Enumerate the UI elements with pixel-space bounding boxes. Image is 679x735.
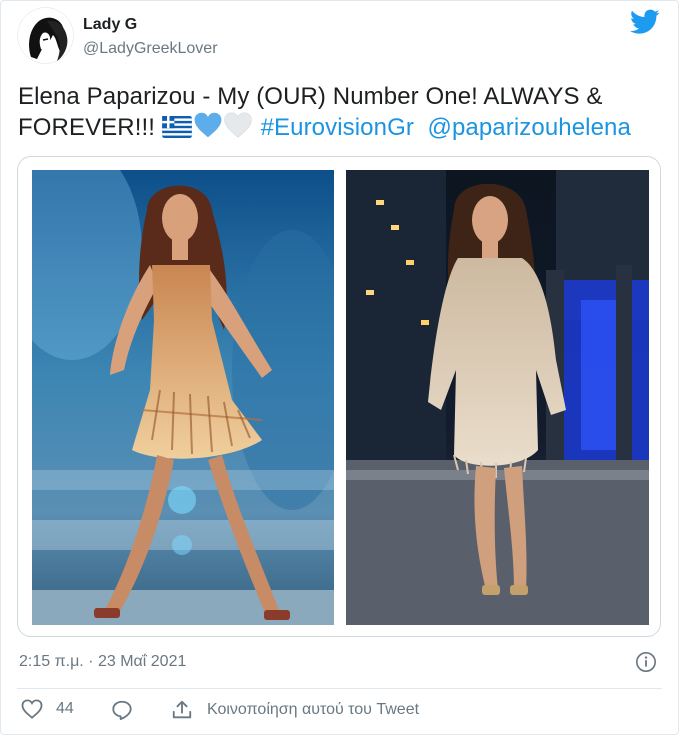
twitter-bird-icon[interactable] [630, 9, 660, 35]
avatar[interactable] [17, 7, 74, 64]
share-upload-icon [172, 700, 192, 719]
tweet-text: Elena Paparizou - My (OUR) Number One! A… [18, 81, 658, 146]
share-label: Κοινοποίηση αυτού του Tweet [207, 701, 420, 718]
white-heart-icon [224, 112, 252, 146]
like-count: 44 [56, 700, 74, 717]
hashtag-link[interactable]: #EurovisionGr [261, 114, 414, 141]
reply-button[interactable] [111, 699, 133, 721]
divider [17, 688, 662, 689]
blue-heart-icon [194, 112, 222, 146]
heart-icon [21, 699, 43, 719]
woman-silhouette-avatar-icon [17, 7, 74, 64]
media-card [17, 156, 661, 637]
author-display-name[interactable]: Lady G [83, 16, 137, 34]
tweet-card: Lady G @LadyGreekLover Elena Paparizou -… [0, 0, 679, 735]
tweet-timestamp[interactable]: 2:15 π.μ. · 23 Μαΐ 2021 [19, 653, 186, 671]
mention-link[interactable]: @paparizouhelena [428, 114, 631, 141]
author-handle[interactable]: @LadyGreekLover [83, 40, 218, 58]
photo-left-eurovision-performance[interactable] [32, 170, 334, 625]
speech-bubble-icon [112, 700, 132, 721]
like-button[interactable]: 44 [21, 699, 74, 719]
greek-flag-icon [161, 115, 192, 146]
info-icon[interactable] [635, 651, 657, 673]
share-button[interactable]: Κοινοποίηση αυτού του Tweet [171, 699, 419, 721]
photo-right-night-performance[interactable] [346, 170, 649, 625]
